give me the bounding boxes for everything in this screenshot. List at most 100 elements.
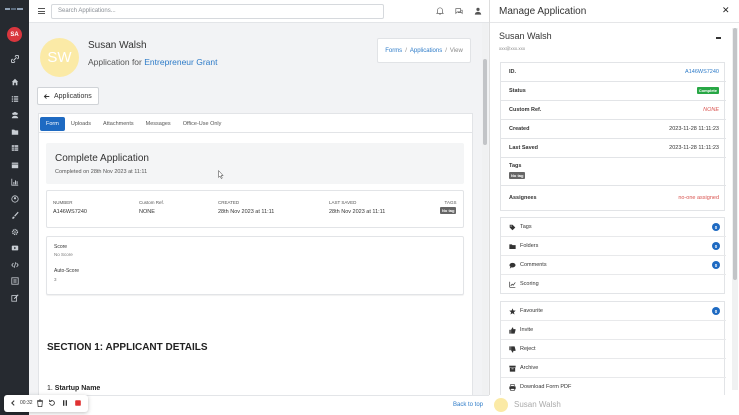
breadcrumb-view: View xyxy=(449,47,463,54)
close-icon[interactable]: ✕ xyxy=(722,5,730,16)
tab-form[interactable]: Form xyxy=(40,117,65,131)
user-circle-icon[interactable] xyxy=(9,193,20,204)
applicant-name: Susan Walsh xyxy=(88,40,147,51)
assignees-value[interactable]: no-one assigned xyxy=(678,195,719,201)
custom-ref-label: Custom Ref. xyxy=(139,200,165,205)
folders-count-badge: 0 xyxy=(712,242,720,250)
actions-list: Favourite 0 Invite Reject Archive Downlo… xyxy=(500,301,726,395)
applicant-avatar: SW xyxy=(40,38,79,77)
mouse-cursor-icon xyxy=(218,169,224,179)
scoring-item[interactable]: Scoring xyxy=(501,275,726,294)
home-icon[interactable] xyxy=(9,76,20,87)
tags-column: TAGS No tag xyxy=(440,200,457,214)
status-title: Complete Application xyxy=(55,153,149,164)
users-icon[interactable] xyxy=(9,109,20,120)
detail-row-tags: Tags No tag xyxy=(501,158,726,186)
detail-row-last-saved: Last Saved 2023-11-28 11:11:23 xyxy=(501,139,726,158)
panel-title: Manage Application xyxy=(499,6,587,17)
question-number: 1. xyxy=(47,385,53,392)
back-to-top-link[interactable]: Back to top xyxy=(453,402,483,408)
folder-icon xyxy=(509,244,516,249)
reject-item[interactable]: Reject xyxy=(501,340,726,359)
panel-email: xxx@xxx.xxx xyxy=(499,46,526,51)
favourite-item[interactable]: Favourite 0 xyxy=(501,302,726,321)
number-column: NUMBER A146WS7240 xyxy=(53,200,87,215)
panel-footer: Susan Walsh xyxy=(489,395,739,415)
chart-icon[interactable] xyxy=(9,176,20,187)
scoring-item-label: Scoring xyxy=(520,281,539,287)
menu-icon[interactable] xyxy=(38,8,45,14)
restart-icon[interactable] xyxy=(48,399,56,407)
comments-item-label: Comments xyxy=(520,262,547,268)
folders-item[interactable]: Folders 0 xyxy=(501,237,726,256)
table-icon[interactable] xyxy=(9,142,20,153)
id-value[interactable]: A146WS7240 xyxy=(685,69,719,75)
breadcrumb-applications[interactable]: Applications xyxy=(410,48,442,54)
recording-time: 00:32 xyxy=(20,400,33,406)
tab-messages[interactable]: Messages xyxy=(140,117,177,131)
comment-icon xyxy=(509,262,516,269)
tab-office-use-only[interactable]: Office-Use Only xyxy=(177,117,228,131)
details-table: ID. A146WS7240 Status Complete Custom Re… xyxy=(500,62,726,211)
favourite-item-label: Favourite xyxy=(520,308,543,314)
custom-ref-value: NONE xyxy=(139,209,155,215)
application-info: NUMBER A146WS7240 Custom Ref. NONE CREAT… xyxy=(46,190,464,228)
detail-row-created: Created 2023-11-28 11:11:23 xyxy=(501,120,726,139)
custom-ref-value[interactable]: NONE xyxy=(703,107,719,113)
tag-badge: No tag xyxy=(440,207,457,214)
link-icon[interactable] xyxy=(9,53,20,64)
auto-score-label: Auto-Score xyxy=(54,268,80,274)
bottom-bar: Back to top xyxy=(29,395,489,415)
arrow-left-icon xyxy=(43,93,50,99)
code-icon[interactable] xyxy=(9,259,20,270)
avatar[interactable]: SA xyxy=(7,27,22,42)
edit-icon[interactable] xyxy=(9,292,20,303)
bell-icon[interactable] xyxy=(435,7,445,15)
tags-item-label: Tags xyxy=(520,224,532,230)
main-scrollbar[interactable] xyxy=(482,23,488,395)
trash-icon[interactable] xyxy=(36,399,44,407)
status-badge: Complete xyxy=(696,87,719,94)
sidebar: SA xyxy=(0,0,29,415)
manage-application-panel: Manage Application ✕ Susan Walsh xxx@xxx… xyxy=(489,0,739,415)
video-icon[interactable] xyxy=(9,242,20,253)
breadcrumb-forms[interactable]: Forms xyxy=(385,48,402,54)
section-title: SECTION 1: APPLICANT DETAILS xyxy=(47,342,208,353)
chevron-left-icon[interactable] xyxy=(9,399,17,407)
collapse-icon[interactable] xyxy=(716,37,721,39)
back-to-applications-button[interactable]: Applications xyxy=(37,87,99,105)
list-alt-icon[interactable] xyxy=(9,275,20,286)
settings-icon[interactable] xyxy=(9,226,20,237)
logo xyxy=(5,6,23,12)
invite-item[interactable]: Invite xyxy=(501,321,726,340)
brush-icon[interactable] xyxy=(9,209,20,220)
calendar-icon[interactable] xyxy=(9,159,20,170)
scoring-icon xyxy=(509,281,516,288)
assignees-label: Assignees xyxy=(509,195,537,201)
folder-icon[interactable] xyxy=(9,126,20,137)
tab-uploads[interactable]: Uploads xyxy=(65,117,97,131)
list-icon[interactable] xyxy=(9,93,20,104)
last-saved-value: 28th Nov 2023 at 11:11 xyxy=(329,209,386,215)
number-label: NUMBER xyxy=(53,200,73,205)
application-card: Form Uploads Attachments Messages Office… xyxy=(38,113,473,395)
application-subtitle: Application for Entrepreneur Grant xyxy=(88,57,217,67)
comments-item[interactable]: Comments 0 xyxy=(501,256,726,275)
pause-icon[interactable] xyxy=(61,399,69,407)
grant-link[interactable]: Entrepreneur Grant xyxy=(144,57,217,67)
archive-item[interactable]: Archive xyxy=(501,359,726,378)
user-icon[interactable] xyxy=(474,7,482,15)
tab-attachments[interactable]: Attachments xyxy=(97,117,140,131)
last-saved-column: LAST SAVED 28th Nov 2023 at 11:11 xyxy=(329,200,385,215)
created-label: Created xyxy=(509,126,530,132)
organise-list: Tags 0 Folders 0 Comments 0 Scoring xyxy=(500,217,726,294)
chat-icon[interactable] xyxy=(455,7,463,15)
search-input[interactable]: Search Applications... xyxy=(51,4,384,19)
back-button-label: Applications xyxy=(54,92,92,100)
auto-score-value: 3 xyxy=(54,277,57,282)
folders-item-label: Folders xyxy=(520,243,539,249)
tags-item[interactable]: Tags 0 xyxy=(501,218,726,237)
stop-icon[interactable] xyxy=(74,399,82,407)
reject-item-label: Reject xyxy=(520,346,536,352)
panel-scrollbar[interactable] xyxy=(732,28,738,390)
